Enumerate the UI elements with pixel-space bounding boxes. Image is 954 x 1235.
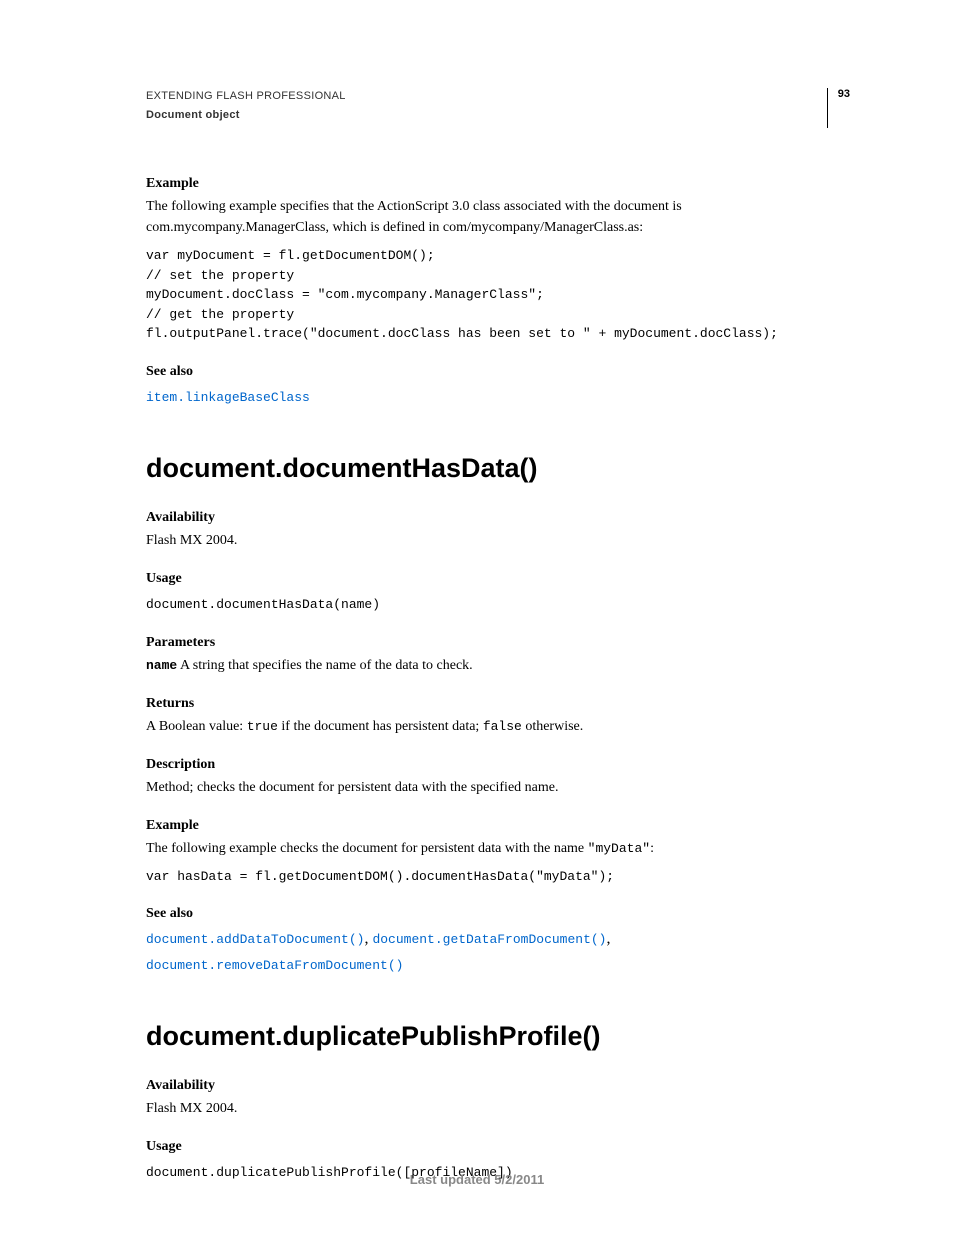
example-text-2: The following example checks the documen… bbox=[146, 838, 850, 859]
see-also-links: item.linkageBaseClass bbox=[146, 384, 850, 410]
link-linkage-base-class[interactable]: item.linkageBaseClass bbox=[146, 390, 310, 405]
usage-label-3: Usage bbox=[146, 1139, 850, 1155]
availability-label: Availability bbox=[146, 510, 850, 526]
example-text: The following example specifies that the… bbox=[146, 196, 850, 238]
returns-false: false bbox=[483, 719, 522, 734]
description-text: Method; checks the document for persiste… bbox=[146, 777, 850, 798]
page-header: EXTENDING FLASH PROFESSIONAL Document ob… bbox=[146, 88, 850, 128]
code-block: var myDocument = fl.getDocumentDOM(); //… bbox=[146, 246, 850, 344]
header-left: EXTENDING FLASH PROFESSIONAL Document ob… bbox=[146, 88, 346, 123]
usage-label: Usage bbox=[146, 571, 850, 587]
page-number: 93 bbox=[838, 88, 850, 100]
footer-text: Last updated 5/2/2011 bbox=[0, 1172, 954, 1187]
comma: , bbox=[606, 930, 610, 947]
returns-prefix: A Boolean value: bbox=[146, 719, 247, 734]
returns-suffix: otherwise. bbox=[522, 719, 583, 734]
page: EXTENDING FLASH PROFESSIONAL Document ob… bbox=[0, 0, 954, 1235]
example-suffix: : bbox=[650, 841, 654, 856]
page-number-container: 93 bbox=[827, 88, 850, 128]
doc-subtitle: Document object bbox=[146, 107, 346, 124]
availability-text: Flash MX 2004. bbox=[146, 530, 850, 551]
returns-true: true bbox=[247, 719, 278, 734]
parameter-row: name A string that specifies the name of… bbox=[146, 655, 850, 676]
heading-documenthasdata: document.documentHasData() bbox=[146, 453, 850, 484]
link-getdatafromdocument[interactable]: document.getDataFromDocument() bbox=[372, 932, 606, 947]
returns-mid: if the document has persistent data; bbox=[278, 719, 483, 734]
heading-duplicatepublishprofile: document.duplicatePublishProfile() bbox=[146, 1021, 850, 1052]
link-removedatafromdocument[interactable]: document.removeDataFromDocument() bbox=[146, 958, 403, 973]
see-also-label-2: See also bbox=[146, 906, 850, 922]
link-adddatatodocument[interactable]: document.addDataToDocument() bbox=[146, 932, 364, 947]
param-desc: A string that specifies the name of the … bbox=[177, 658, 472, 673]
see-also-label: See also bbox=[146, 364, 850, 380]
see-also-links-2: document.addDataToDocument(), document.g… bbox=[146, 926, 850, 977]
parameters-label: Parameters bbox=[146, 635, 850, 651]
example-label-2: Example bbox=[146, 818, 850, 834]
usage-code: document.documentHasData(name) bbox=[146, 595, 850, 615]
example-inline-code: "myData" bbox=[588, 841, 650, 856]
returns-text: A Boolean value: true if the document ha… bbox=[146, 716, 850, 737]
availability-text-3: Flash MX 2004. bbox=[146, 1098, 850, 1119]
example-code-2: var hasData = fl.getDocumentDOM().docume… bbox=[146, 867, 850, 887]
availability-label-3: Availability bbox=[146, 1078, 850, 1094]
returns-label: Returns bbox=[146, 696, 850, 712]
example-prefix: The following example checks the documen… bbox=[146, 841, 588, 856]
param-name: name bbox=[146, 658, 177, 673]
doc-title: EXTENDING FLASH PROFESSIONAL bbox=[146, 88, 346, 105]
description-label: Description bbox=[146, 757, 850, 773]
example-label: Example bbox=[146, 176, 850, 192]
